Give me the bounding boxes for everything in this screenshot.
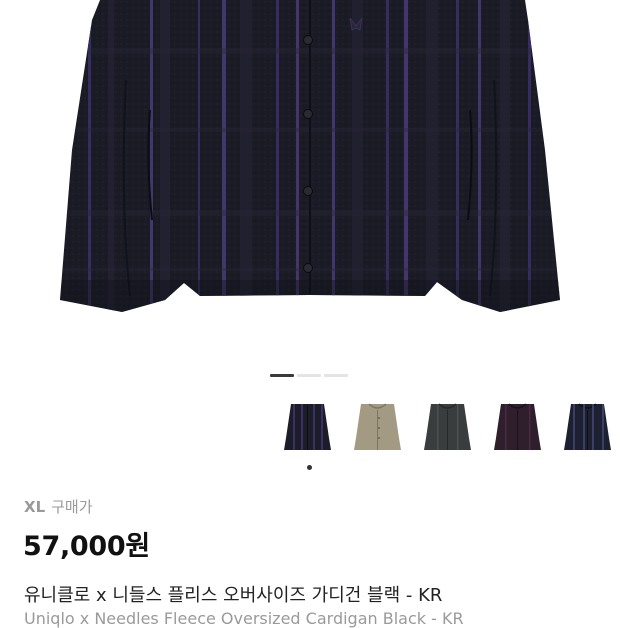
purchase-label: 구매가	[51, 498, 93, 516]
product-title-korean: 유니클로 x 니들스 플리스 오버사이즈 가디건 블랙 - KR	[24, 585, 443, 606]
price: 57,000원	[23, 531, 150, 562]
color-thumbnails	[279, 398, 616, 455]
cardigan-thumb-icon	[424, 403, 471, 450]
cardigan-thumb-icon	[354, 403, 401, 450]
product-title-english: Uniqlo x Needles Fleece Oversized Cardig…	[24, 609, 464, 628]
thumbnail-beige[interactable]	[349, 398, 406, 455]
size-label: XL	[24, 498, 46, 516]
pager-dot-1[interactable]	[270, 374, 294, 377]
thumbnail-purple[interactable]	[489, 398, 546, 455]
button-2	[303, 109, 313, 119]
thumbnail-charcoal[interactable]	[419, 398, 476, 455]
cardigan-thumb-icon	[284, 404, 331, 450]
thumbnail-navy[interactable]	[559, 398, 616, 455]
button-1	[303, 35, 313, 45]
pager-dot-3[interactable]	[324, 374, 348, 377]
pager-dot-2[interactable]	[297, 374, 321, 377]
cardigan-thumb-icon	[494, 403, 541, 450]
gallery-pager	[270, 374, 348, 377]
selected-thumbnail-indicator	[307, 465, 312, 470]
thumbnail-black[interactable]	[279, 398, 336, 455]
product-hero-image[interactable]	[0, 0, 620, 350]
cardigan-thumb-icon	[564, 403, 611, 450]
cardigan-illustration	[60, 0, 560, 312]
purchase-size-line: XL 구매가	[24, 496, 93, 517]
button-4	[303, 263, 313, 273]
button-3	[303, 186, 313, 196]
